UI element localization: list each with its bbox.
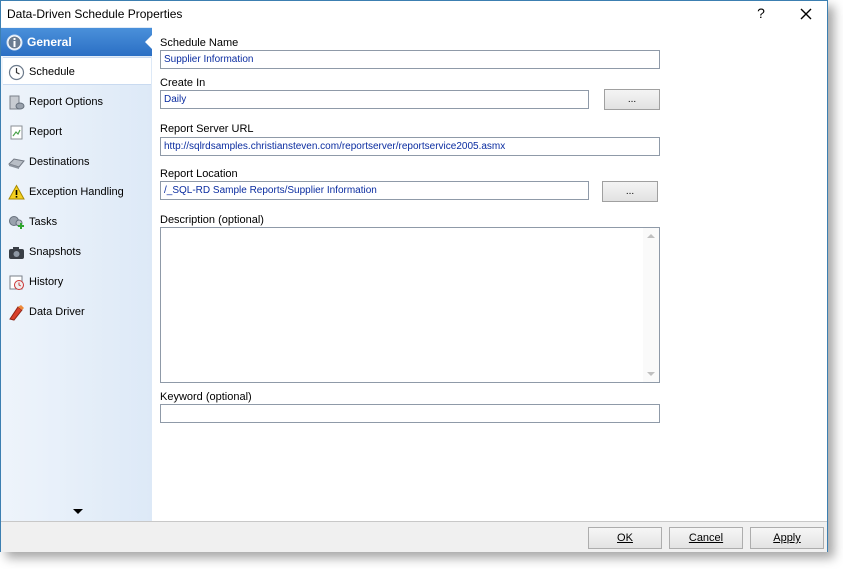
tasks-icon xyxy=(9,216,24,229)
sidebar-item-label: General xyxy=(27,35,72,49)
description-label: Description (optional) xyxy=(160,214,264,226)
keyword-label: Keyword (optional) xyxy=(160,391,252,403)
description-scrollbar[interactable] xyxy=(643,228,659,382)
sidebar: General Schedule Report Options Report D… xyxy=(1,27,153,521)
dialog-footer: OK Cancel Apply xyxy=(1,521,827,552)
sidebar-item-report-options[interactable]: Report Options xyxy=(3,88,151,116)
sidebar-item-history[interactable]: History xyxy=(3,268,151,296)
general-panel: Schedule Name Supplier Information Creat… xyxy=(152,27,827,521)
sidebar-item-destinations[interactable]: Destinations xyxy=(3,148,151,176)
window-title: Data-Driven Schedule Properties xyxy=(7,7,183,21)
sidebar-item-data-driver[interactable]: Data Driver xyxy=(3,298,151,326)
cancel-button[interactable]: Cancel xyxy=(669,527,743,549)
ok-button[interactable]: OK xyxy=(588,527,662,549)
help-button[interactable]: ? xyxy=(753,5,769,23)
create-in-input[interactable]: Daily xyxy=(160,90,589,109)
sidebar-item-label: Schedule xyxy=(29,66,75,78)
schedule-name-input[interactable]: Supplier Information xyxy=(160,50,660,69)
sidebar-item-schedule[interactable]: Schedule xyxy=(3,57,151,85)
sidebar-item-label: History xyxy=(29,276,64,288)
close-icon xyxy=(800,8,812,20)
sidebar-item-label: Report xyxy=(29,126,63,138)
sidebar-item-label: Tasks xyxy=(29,216,58,228)
report-icon xyxy=(10,125,23,140)
report-location-browse-button[interactable]: ... xyxy=(602,181,658,202)
scroll-down-icon[interactable] xyxy=(647,372,655,376)
close-button[interactable] xyxy=(791,2,821,26)
sidebar-scroll-down-icon[interactable] xyxy=(73,509,83,514)
report-location-input[interactable]: /_SQL-RD Sample Reports/Supplier Informa… xyxy=(160,181,589,200)
sidebar-item-label: Data Driver xyxy=(29,306,85,318)
sidebar-item-report[interactable]: Report xyxy=(3,118,151,146)
report-options-icon xyxy=(9,95,25,110)
data-driver-icon xyxy=(9,305,24,321)
sidebar-item-label: Destinations xyxy=(29,156,90,168)
description-textarea[interactable] xyxy=(160,227,660,383)
clock-icon xyxy=(8,64,25,81)
title-bar: Data-Driven Schedule Properties ? xyxy=(1,1,827,27)
history-icon xyxy=(9,275,24,290)
properties-dialog: Data-Driven Schedule Properties ? Genera… xyxy=(0,0,828,552)
sidebar-item-general[interactable]: General xyxy=(1,28,153,56)
sidebar-item-exception-handling[interactable]: Exception Handling xyxy=(3,178,151,206)
sidebar-item-snapshots[interactable]: Snapshots xyxy=(3,238,151,266)
create-in-label: Create In xyxy=(160,77,206,89)
report-server-url-label: Report Server URL xyxy=(160,123,254,135)
warning-icon xyxy=(8,184,25,200)
camera-icon xyxy=(9,247,24,259)
destinations-icon xyxy=(8,158,25,169)
sidebar-item-label: Snapshots xyxy=(29,246,81,258)
schedule-name-label: Schedule Name xyxy=(160,37,239,49)
keyword-input[interactable] xyxy=(160,404,660,423)
report-location-label: Report Location xyxy=(160,168,238,180)
sidebar-item-label: Exception Handling xyxy=(29,186,124,198)
sidebar-item-tasks[interactable]: Tasks xyxy=(3,208,151,236)
scroll-up-icon[interactable] xyxy=(647,234,655,238)
apply-button[interactable]: Apply xyxy=(750,527,824,549)
report-server-url-input[interactable]: http://sqlrdsamples.christiansteven.com/… xyxy=(160,137,660,156)
sidebar-item-label: Report Options xyxy=(29,96,103,108)
info-icon xyxy=(6,34,23,51)
create-in-browse-button[interactable]: ... xyxy=(604,89,660,110)
